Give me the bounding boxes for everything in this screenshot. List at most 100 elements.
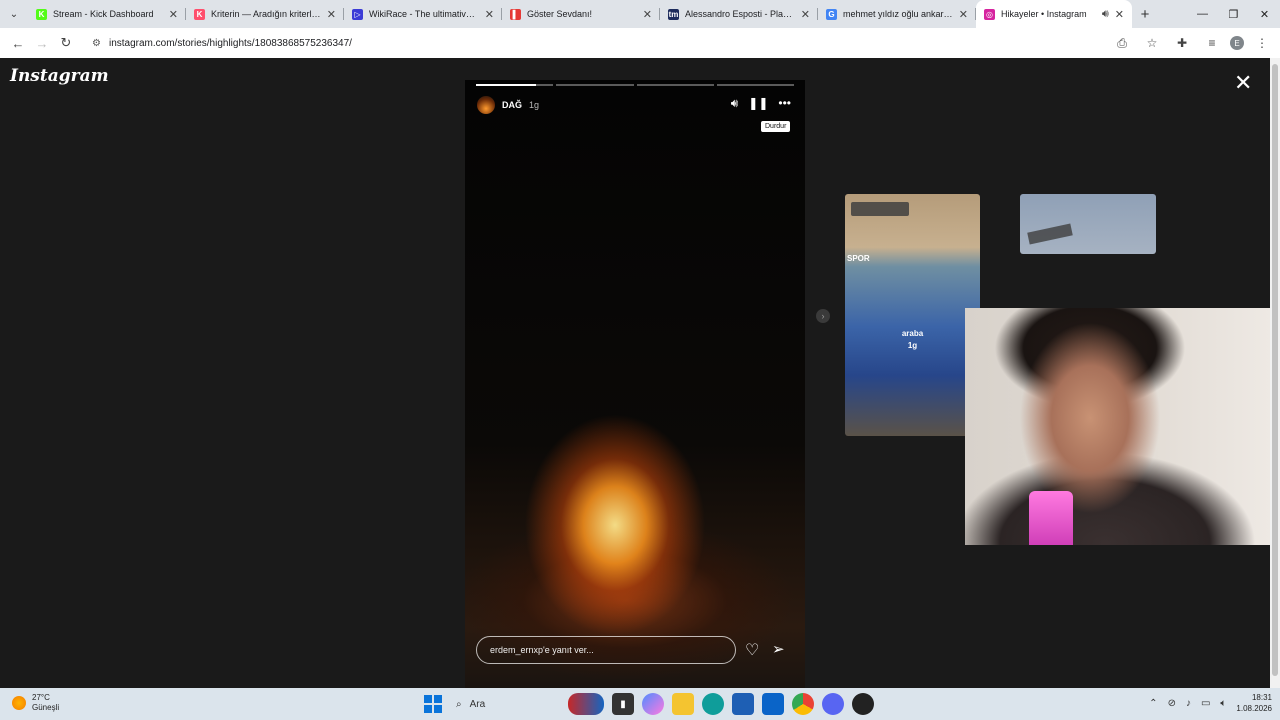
tab-favicon-icon: ▌ — [510, 8, 521, 20]
tray-chevron-icon[interactable]: ⌃ — [1149, 698, 1157, 709]
next-highlight-preview[interactable]: SPOR araba 1g — [845, 194, 980, 436]
outlook-icon[interactable] — [762, 693, 784, 715]
browser-toolbar: ← → ↻ ⚙ instagram.com/stories/highlights… — [0, 28, 1280, 58]
tab-favicon-icon: ◎ — [984, 8, 995, 20]
url-text[interactable]: instagram.com/stories/highlights/1808386… — [109, 38, 352, 49]
sun-icon — [12, 696, 26, 710]
like-heart-icon[interactable]: ♡ — [745, 640, 759, 660]
tab-close-icon[interactable]: ✕ — [959, 8, 968, 21]
browser-tab[interactable]: K Kriterin — Aradığın kriterlere k ✕ — [186, 0, 344, 28]
forward-arrow-icon[interactable]: → — [30, 31, 54, 55]
story-controls: 🔊︎ ❚❚ ••• — [731, 96, 791, 111]
tab-close-icon[interactable]: ✕ — [643, 8, 652, 21]
media-controls-icon[interactable]: ≡ — [1200, 31, 1224, 55]
reload-icon[interactable]: ↻ — [54, 31, 78, 55]
file-explorer-icon[interactable] — [672, 693, 694, 715]
browser-tab[interactable]: ▌ Göster Sevdanı! ✕ — [502, 0, 660, 28]
story-username[interactable]: DAĞ — [502, 100, 522, 110]
weather-condition: Güneşli — [32, 703, 60, 712]
page-scrollbar[interactable] — [1270, 58, 1280, 688]
system-tray: ⌃ ⊘ ♪ ▭ 🔈︎ 18:31 1.08.2026 — [1149, 692, 1272, 714]
tab-favicon-icon: K — [194, 8, 205, 20]
browser-menu-icon[interactable]: ⋮ — [1250, 31, 1274, 55]
browser-tab[interactable]: tm Alessandro Esposti - Player pro ✕ — [660, 0, 818, 28]
store-icon[interactable] — [732, 693, 754, 715]
tab-favicon-icon: tm — [668, 8, 679, 20]
discord-icon[interactable] — [822, 693, 844, 715]
tab-favicon-icon: ▷ — [352, 8, 363, 20]
edge-icon[interactable] — [702, 693, 724, 715]
browser-tab[interactable]: ▷ WikiRace - The ultimative Wiki ✕ — [344, 0, 502, 28]
browser-tab[interactable]: K Stream - Kick Dashboard ✕ — [28, 0, 186, 28]
extensions-icon[interactable]: ✚ — [1170, 31, 1194, 55]
pause-icon[interactable]: ❚❚ — [748, 96, 768, 111]
close-window-button[interactable]: ✕ — [1249, 0, 1280, 28]
story-viewer[interactable]: DAĞ 1g 🔊︎ ❚❚ ••• Durdur erdem_ernxp'e ya… — [465, 80, 805, 688]
app-racing-icon[interactable] — [568, 693, 604, 715]
tab-title: Alessandro Esposti - Player pro — [685, 9, 795, 19]
minimize-button[interactable]: — — [1187, 0, 1218, 28]
tab-strip: ⌄ K Stream - Kick Dashboard ✕ K Kriterin — A… — [0, 0, 1280, 28]
tab-favicon-icon: G — [826, 8, 837, 20]
taskbar-clock[interactable]: 18:31 1.08.2026 — [1236, 692, 1272, 714]
back-arrow-icon[interactable]: ← — [6, 31, 30, 55]
highlight-avatar[interactable] — [477, 96, 495, 114]
profile-avatar[interactable]: E — [1230, 36, 1244, 50]
new-tab-button[interactable]: + — [1132, 6, 1158, 23]
taskbar-search[interactable]: ⌕ Ara — [450, 692, 560, 716]
progress-segment — [716, 84, 794, 86]
tab-close-icon[interactable]: ✕ — [485, 8, 494, 21]
tab-close-icon[interactable]: ✕ — [1115, 8, 1124, 21]
progress-segment — [636, 84, 714, 86]
tab-search-chevron-icon[interactable]: ⌄ — [0, 0, 28, 28]
tab-close-icon[interactable]: ✕ — [169, 8, 178, 21]
app-terminal-icon[interactable]: ▮ — [612, 693, 634, 715]
campfire-video — [465, 80, 805, 688]
send-icon[interactable]: ➢ — [772, 640, 785, 658]
tab-close-icon[interactable]: ✕ — [801, 8, 810, 21]
next-story-chevron-icon[interactable]: › — [816, 309, 830, 323]
pause-tooltip: Durdur — [761, 121, 791, 132]
preview-badge — [851, 202, 909, 216]
tray-display-icon[interactable]: ▭ — [1201, 698, 1210, 709]
browser-tab[interactable]: ◎ Hikayeler • Instagram 🔊︎ ✕ — [976, 0, 1132, 28]
app-copilot-icon[interactable] — [642, 693, 664, 715]
instagram-logo[interactable]: Instagram — [10, 66, 109, 86]
weather-temp: 27°C — [32, 693, 50, 702]
tab-close-icon[interactable]: ✕ — [327, 8, 336, 21]
scrollbar-thumb[interactable] — [1272, 64, 1278, 676]
second-highlight-preview[interactable] — [1020, 194, 1156, 254]
window-controls: — ❐ ✕ — [1187, 0, 1280, 28]
progress-segment — [476, 84, 554, 86]
reply-input[interactable]: erdem_ernxp'e yanıt ver... — [476, 636, 736, 664]
preview-name: araba — [901, 329, 924, 338]
chrome-icon[interactable] — [792, 693, 814, 715]
tab-audio-icon[interactable]: 🔊︎ — [1102, 8, 1109, 21]
story-age: 1g — [529, 100, 540, 110]
weather-widget[interactable]: 27°C Güneşli — [12, 693, 59, 713]
bookmark-star-icon[interactable]: ☆ — [1140, 31, 1164, 55]
webcam-overlay — [965, 308, 1280, 545]
app-misc-icon[interactable] — [852, 693, 874, 715]
clock-date: 1.08.2026 — [1236, 704, 1272, 713]
maximize-button[interactable]: ❐ — [1218, 0, 1249, 28]
more-options-icon[interactable]: ••• — [778, 96, 791, 111]
tab-title: Hikayeler • Instagram — [1001, 9, 1087, 19]
site-info-icon[interactable]: ⚙ — [92, 38, 101, 49]
progress-segment — [556, 84, 634, 86]
install-app-icon[interactable]: ⎙ — [1110, 31, 1134, 55]
browser-tab[interactable]: Gmehmet yıldız oğlu ankaragücü ✕ — [818, 0, 976, 28]
volume-icon[interactable]: 🔊︎ — [731, 96, 739, 111]
tab-title: WikiRace - The ultimative Wiki — [369, 9, 479, 19]
address-bar[interactable]: ⚙ instagram.com/stories/highlights/18083… — [84, 32, 1104, 54]
tab-list: K Stream - Kick Dashboard ✕ K Kriterin — Ara… — [28, 0, 1132, 28]
tray-mic-icon[interactable]: ♪ — [1186, 698, 1191, 709]
story-progress — [476, 84, 794, 86]
start-button-icon[interactable] — [424, 695, 442, 713]
search-label: Ara — [469, 698, 486, 710]
preview-age: 1g — [907, 341, 918, 350]
tray-camera-icon[interactable]: ⊘ — [1168, 698, 1176, 709]
close-stories-icon[interactable]: ✕ — [1234, 70, 1252, 96]
tray-volume-icon[interactable]: 🔈︎ — [1220, 698, 1226, 709]
tab-favicon-icon: K — [36, 8, 47, 20]
